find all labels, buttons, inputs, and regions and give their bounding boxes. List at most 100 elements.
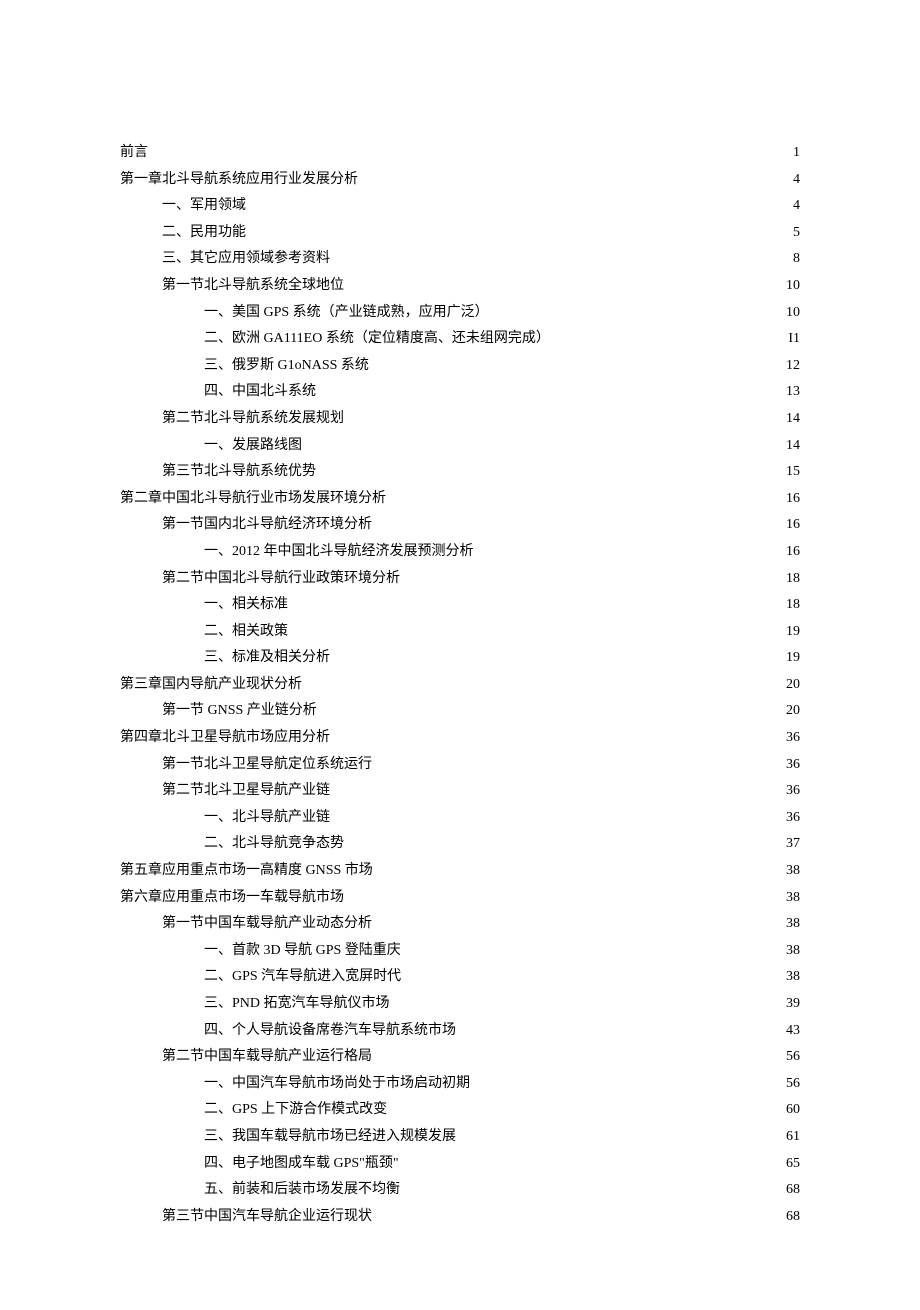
toc-entry-page: 19 [786, 645, 800, 672]
toc-entry-label: 第三节中国汽车导航企业运行现状 [162, 1204, 372, 1231]
toc-entry: 前言 1 [120, 140, 800, 167]
toc-entry-page: I1 [788, 326, 800, 353]
toc-entry-label: 一、相关标准 [204, 592, 288, 619]
toc-entry: 一、军用领域 4 [162, 193, 800, 220]
toc-entry-page: 61 [786, 1124, 800, 1151]
toc-entry-label: 三、我国车载导航市场已经进入规模发展 [204, 1124, 456, 1151]
toc-entry: 第三节北斗导航系统优势15 [162, 459, 800, 486]
toc-entry: 第六章应用重点市场一车载导航市场 38 [120, 885, 800, 912]
toc-entry-label: 一、美国 GPS 系统（产业链成熟，应用广泛） [204, 300, 489, 327]
toc-entry: 三、标准及相关分析 19 [204, 645, 800, 672]
toc-entry-page: 38 [786, 938, 800, 965]
toc-entry-page: 14 [786, 406, 800, 433]
toc-entry: 四、中国北斗系统13 [204, 379, 800, 406]
toc-entry-page: 65 [786, 1151, 800, 1178]
toc-entry-label: 第二章中国北斗导航行业市场发展环境分析 [120, 486, 386, 513]
toc-entry-page: 36 [786, 778, 800, 805]
toc-entry-label: 一、2012 年中国北斗导航经济发展预测分析 [204, 539, 474, 566]
toc-entry-page: 37 [786, 831, 800, 858]
toc-entry: 第三节中国汽车导航企业运行现状 68 [162, 1204, 800, 1231]
toc-entry: 四、个人导航设备席卷汽车导航系统市场 43 [204, 1018, 800, 1045]
toc-entry: 第二节中国车载导航产业运行格局 56 [162, 1044, 800, 1071]
toc-entry-page: 36 [786, 805, 800, 832]
toc-entry-page: 38 [786, 885, 800, 912]
toc-entry: 第一节中国车载导航产业动态分析38 [162, 911, 800, 938]
toc-entry-page: 16 [786, 539, 800, 566]
toc-entry-label: 第二节北斗导航系统发展规划 [162, 406, 344, 433]
toc-entry-page: 38 [786, 858, 800, 885]
toc-entry-label: 第三章国内导航产业现状分析 [120, 672, 302, 699]
toc-entry: 第一节北斗卫星导航定位系统运行 36 [162, 752, 800, 779]
toc-entry: 五、前装和后装市场发展不均衡 68 [204, 1177, 800, 1204]
toc-entry-label: 第四章北斗卫星导航市场应用分析 [120, 725, 330, 752]
toc-entry-label: 五、前装和后装市场发展不均衡 [204, 1177, 400, 1204]
toc-entry-label: 二、相关政策 [204, 619, 288, 646]
toc-entry: 第一节 GNSS 产业链分析 20 [162, 698, 800, 725]
toc-entry: 一、北斗导航产业链 36 [204, 805, 800, 832]
toc-entry: 二、GPS 上下游合作模式改变 60 [204, 1097, 800, 1124]
toc-entry: 二、相关政策 19 [204, 619, 800, 646]
toc-entry-label: 四、电子地图成车载 GPS"瓶颈" [204, 1151, 399, 1178]
toc-entry-page: 14 [786, 433, 800, 460]
toc-entry-page: 36 [786, 752, 800, 779]
toc-entry-page: 43 [786, 1018, 800, 1045]
toc-entry-label: 第六章应用重点市场一车载导航市场 [120, 885, 344, 912]
toc-entry: 二、民用功能5 [162, 220, 800, 247]
toc-entry: 一、美国 GPS 系统（产业链成熟，应用广泛）10 [204, 300, 800, 327]
toc-entry-label: 四、个人导航设备席卷汽车导航系统市场 [204, 1018, 456, 1045]
toc-entry-label: 二、欧洲 GA111EO 系统（定位精度高、还未组网完成） [204, 326, 550, 353]
toc-entry-page: 1 [793, 140, 800, 167]
toc-entry-label: 第一节北斗导航系统全球地位 [162, 273, 344, 300]
toc-entry-page: 20 [786, 698, 800, 725]
toc-entry-page: 39 [786, 991, 800, 1018]
toc-entry-page: 38 [786, 964, 800, 991]
toc-entry-label: 第二节中国车载导航产业运行格局 [162, 1044, 372, 1071]
toc-entry: 第五章应用重点市场一高精度 GNSS 市场38 [120, 858, 800, 885]
toc-entry-label: 第一节中国车载导航产业动态分析 [162, 911, 372, 938]
toc-entry-page: 20 [786, 672, 800, 699]
toc-entry-label: 第一节 GNSS 产业链分析 [162, 698, 317, 725]
toc-entry-page: 16 [786, 486, 800, 513]
toc-entry-page: 18 [786, 566, 800, 593]
toc-entry-page: 5 [793, 220, 800, 247]
toc-entry-page: 4 [793, 193, 800, 220]
toc-entry-page: 19 [786, 619, 800, 646]
toc-entry: 第一节国内北斗导航经济环境分析16 [162, 512, 800, 539]
toc-entry-page: 4 [793, 167, 800, 194]
toc-entry: 一、2012 年中国北斗导航经济发展预测分析 16 [204, 539, 800, 566]
toc-entry-label: 第三节北斗导航系统优势 [162, 459, 316, 486]
toc-entry-page: 68 [786, 1177, 800, 1204]
toc-entry-label: 一、军用领域 [162, 193, 246, 220]
toc-entry-label: 三、标准及相关分析 [204, 645, 330, 672]
toc-entry: 第二节北斗卫星导航产业链 36 [162, 778, 800, 805]
toc-entry-label: 二、北斗导航竞争态势 [204, 831, 344, 858]
toc-entry-page: 12 [786, 353, 800, 380]
toc-entry-label: 前言 [120, 140, 148, 167]
toc-entry-page: 60 [786, 1097, 800, 1124]
toc-entry: 三、其它应用领域参考资料8 [162, 246, 800, 273]
toc-entry-label: 第一章北斗导航系统应用行业发展分析 [120, 167, 358, 194]
toc-entry: 第二节中国北斗导航行业政策环境分析18 [162, 566, 800, 593]
toc-entry-label: 一、北斗导航产业链 [204, 805, 330, 832]
toc-entry: 第一章北斗导航系统应用行业发展分析 4 [120, 167, 800, 194]
toc-entry-page: 18 [786, 592, 800, 619]
toc-entry: 第三章国内导航产业现状分析 20 [120, 672, 800, 699]
toc-entry-label: 二、GPS 上下游合作模式改变 [204, 1097, 387, 1124]
toc-entry-label: 三、其它应用领域参考资料 [162, 246, 330, 273]
toc-entry-page: 68 [786, 1204, 800, 1231]
toc-entry: 二、北斗导航竞争态势 37 [204, 831, 800, 858]
toc-entry-label: 四、中国北斗系统 [204, 379, 316, 406]
toc-entry: 一、发展路线图 14 [204, 433, 800, 460]
toc-entry-label: 第一节国内北斗导航经济环境分析 [162, 512, 372, 539]
toc-entry-page: 56 [786, 1044, 800, 1071]
toc-entry: 二、欧洲 GA111EO 系统（定位精度高、还未组网完成） I1 [204, 326, 800, 353]
toc-entry-label: 一、发展路线图 [204, 433, 302, 460]
toc-entry: 第一节北斗导航系统全球地位 10 [162, 273, 800, 300]
toc-entry: 第四章北斗卫星导航市场应用分析36 [120, 725, 800, 752]
toc-entry: 三、俄罗斯 G1oNASS 系统12 [204, 353, 800, 380]
toc-entry-label: 第一节北斗卫星导航定位系统运行 [162, 752, 372, 779]
toc-entry-page: 10 [786, 273, 800, 300]
toc-entry-label: 第二节北斗卫星导航产业链 [162, 778, 330, 805]
toc-entry-label: 一、首款 3D 导航 GPS 登陆重庆 [204, 938, 401, 965]
toc-entry-label: 二、GPS 汽车导航进入宽屏时代 [204, 964, 401, 991]
